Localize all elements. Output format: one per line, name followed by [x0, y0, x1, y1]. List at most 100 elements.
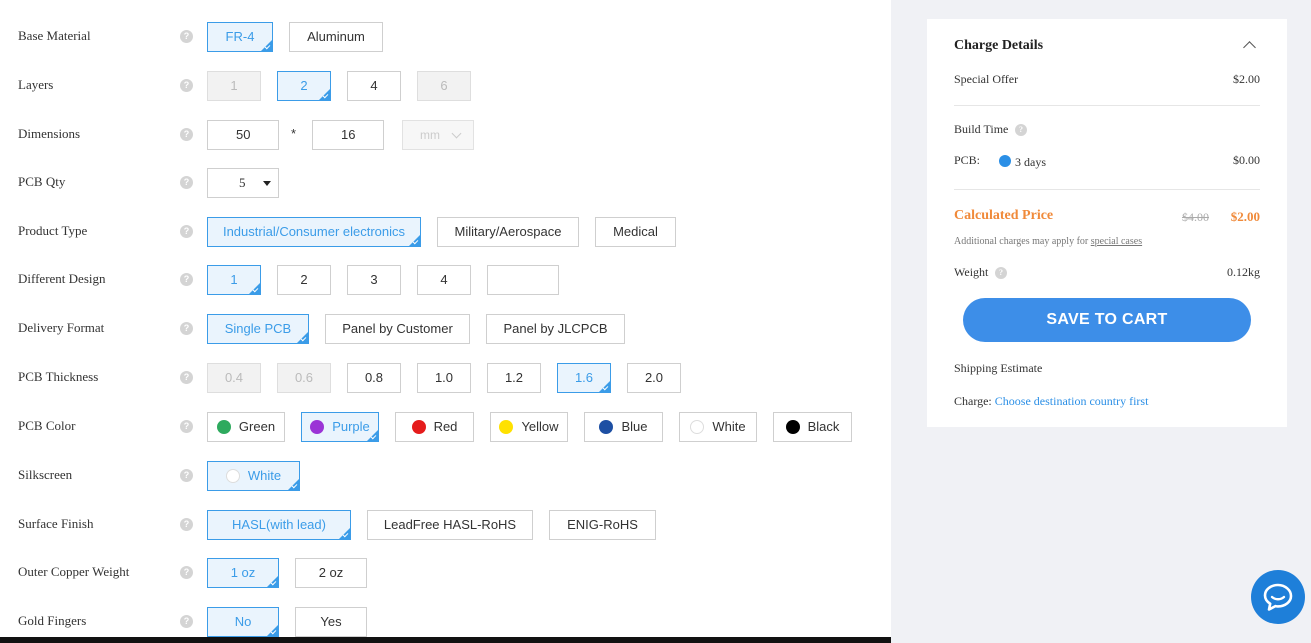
- option-layers-1[interactable]: 1: [207, 71, 261, 101]
- caret-down-icon: [263, 181, 271, 186]
- special-cases-link[interactable]: special cases: [1091, 236, 1142, 247]
- option-copper-2oz[interactable]: 2 oz: [295, 558, 367, 588]
- option-copper-1oz[interactable]: 1 oz: [207, 558, 279, 588]
- choose-country-link[interactable]: Choose destination country first: [995, 394, 1149, 408]
- qty-select[interactable]: 5: [207, 168, 279, 198]
- pcb-options-form: Base Material ? FR-4 Aluminum Layers ? 1…: [0, 0, 891, 643]
- height-input[interactable]: 16: [312, 120, 384, 150]
- help-icon[interactable]: ?: [180, 30, 193, 43]
- option-color-purple[interactable]: Purple: [301, 412, 379, 442]
- color-label: White: [712, 419, 746, 434]
- option-color-white[interactable]: White: [679, 412, 757, 442]
- silkscreen-label: White: [247, 468, 282, 483]
- option-design-3[interactable]: 3: [347, 265, 401, 295]
- option-layers-2[interactable]: 2: [277, 71, 331, 101]
- option-aluminum[interactable]: Aluminum: [289, 22, 383, 52]
- row-label: Silkscreen: [18, 467, 73, 482]
- help-icon[interactable]: ?: [180, 176, 193, 189]
- help-icon[interactable]: ?: [180, 79, 193, 92]
- option-medical[interactable]: Medical: [595, 217, 676, 247]
- option-gold-yes[interactable]: Yes: [295, 607, 367, 637]
- row-different-design: Different Design ? 1 2 3 4: [0, 262, 891, 296]
- red-swatch-icon: [411, 420, 426, 434]
- row-base-material: Base Material ? FR-4 Aluminum: [0, 19, 891, 53]
- option-thickness-0.8[interactable]: 0.8: [347, 363, 401, 393]
- option-silkscreen-white[interactable]: White: [207, 461, 300, 491]
- option-thickness-0.4[interactable]: 0.4: [207, 363, 261, 393]
- help-icon[interactable]: ?: [995, 267, 1007, 279]
- row-label: Base Material: [18, 28, 91, 43]
- chevron-up-icon[interactable]: [1243, 41, 1256, 54]
- option-hasl-lead[interactable]: HASL(with lead): [207, 510, 351, 540]
- row-label: Product Type: [18, 223, 88, 238]
- row-label: Gold Fingers: [18, 613, 87, 628]
- chat-button[interactable]: [1251, 570, 1305, 624]
- color-label: Black: [807, 419, 840, 434]
- help-icon[interactable]: ?: [180, 128, 193, 141]
- help-icon[interactable]: ?: [180, 518, 193, 531]
- option-thickness-1.6[interactable]: 1.6: [557, 363, 611, 393]
- white-swatch-icon: [690, 420, 705, 434]
- save-to-cart-button[interactable]: SAVE TO CART: [963, 298, 1251, 342]
- help-icon[interactable]: ?: [180, 566, 193, 579]
- option-industrial[interactable]: Industrial/Consumer electronics: [207, 217, 421, 247]
- help-icon[interactable]: ?: [1015, 124, 1027, 136]
- white-swatch-icon: [225, 469, 240, 483]
- old-price: $4.00: [1182, 210, 1209, 224]
- charge-details-panel: Charge Details Special Offer $2.00 Build…: [927, 19, 1287, 427]
- row-label: Delivery Format: [18, 320, 105, 335]
- option-leadfree-hasl[interactable]: LeadFree HASL-RoHS: [367, 510, 533, 540]
- help-icon[interactable]: ?: [180, 273, 193, 286]
- option-thickness-0.6[interactable]: 0.6: [277, 363, 331, 393]
- option-color-blue[interactable]: Blue: [584, 412, 663, 442]
- design-custom-input[interactable]: [487, 265, 559, 295]
- row-layers: Layers ? 1 2 4 6: [0, 68, 891, 102]
- help-icon[interactable]: ?: [180, 615, 193, 628]
- option-design-4[interactable]: 4: [417, 265, 471, 295]
- option-single-pcb[interactable]: Single PCB: [207, 314, 309, 344]
- help-icon[interactable]: ?: [180, 371, 193, 384]
- color-label: Purple: [332, 419, 370, 434]
- row-delivery-format: Delivery Format ? Single PCB Panel by Cu…: [0, 311, 891, 345]
- blue-swatch-icon: [599, 420, 614, 434]
- row-silkscreen: Silkscreen ? White: [0, 458, 891, 492]
- help-icon[interactable]: ?: [180, 420, 193, 433]
- shipping-estimate-label: Shipping Estimate: [954, 361, 1043, 375]
- pcb-price: $0.00: [1233, 153, 1260, 167]
- option-panel-jlcpcb[interactable]: Panel by JLCPCB: [486, 314, 625, 344]
- help-icon[interactable]: ?: [180, 322, 193, 335]
- option-thickness-1.2[interactable]: 1.2: [487, 363, 541, 393]
- unit-select[interactable]: mm: [402, 120, 474, 150]
- color-label: Green: [238, 419, 276, 434]
- black-swatch-icon: [785, 420, 800, 434]
- option-color-black[interactable]: Black: [773, 412, 852, 442]
- option-color-red[interactable]: Red: [395, 412, 474, 442]
- option-design-2[interactable]: 2: [277, 265, 331, 295]
- bottom-scroll-edge: [0, 637, 891, 643]
- option-thickness-2.0[interactable]: 2.0: [627, 363, 681, 393]
- purple-swatch-icon: [310, 420, 325, 434]
- option-color-green[interactable]: Green: [207, 412, 285, 442]
- radio-selected-icon[interactable]: [999, 155, 1011, 167]
- width-input[interactable]: 50: [207, 120, 279, 150]
- help-icon[interactable]: ?: [180, 225, 193, 238]
- divider: [954, 189, 1260, 190]
- option-military[interactable]: Military/Aerospace: [437, 217, 579, 247]
- option-panel-customer[interactable]: Panel by Customer: [325, 314, 470, 344]
- help-icon[interactable]: ?: [180, 469, 193, 482]
- pcb-days: 3 days: [1015, 155, 1046, 169]
- option-gold-no[interactable]: No: [207, 607, 279, 637]
- option-fr4[interactable]: FR-4: [207, 22, 273, 52]
- row-pcb-qty: PCB Qty ? 5: [0, 165, 891, 199]
- weight-label: Weight: [954, 265, 989, 279]
- charge-row: Charge: Choose destination country first: [954, 394, 1148, 409]
- additional-charges-note: Additional charges may apply for special…: [954, 236, 1142, 247]
- option-color-yellow[interactable]: Yellow: [490, 412, 568, 442]
- option-layers-4[interactable]: 4: [347, 71, 401, 101]
- option-thickness-1.0[interactable]: 1.0: [417, 363, 471, 393]
- row-label: Layers: [18, 77, 54, 92]
- option-enig[interactable]: ENIG-RoHS: [549, 510, 656, 540]
- option-design-1[interactable]: 1: [207, 265, 261, 295]
- row-outer-copper-weight: Outer Copper Weight ? 1 oz 2 oz: [0, 555, 891, 589]
- option-layers-6[interactable]: 6: [417, 71, 471, 101]
